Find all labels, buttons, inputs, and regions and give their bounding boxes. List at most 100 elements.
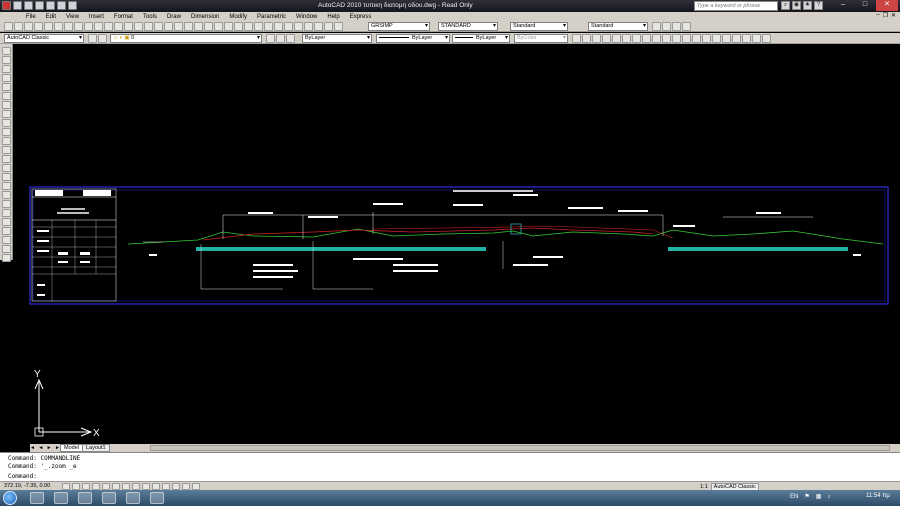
workspace-combo[interactable]: AutoCAD Classic: [4, 34, 84, 43]
menu-help[interactable]: Help: [327, 14, 339, 20]
dimension-tool-icon-13[interactable]: [692, 34, 701, 43]
dimension-tool-icon-3[interactable]: [592, 34, 601, 43]
menu-draw[interactable]: Draw: [167, 14, 181, 20]
open-file-icon[interactable]: [24, 1, 33, 10]
linetype-combo[interactable]: ByLayer: [376, 34, 450, 43]
lineweight-combo[interactable]: ByLayer: [452, 34, 510, 43]
menu-edit[interactable]: Edit: [46, 14, 56, 20]
tab-layout1[interactable]: Layout1: [82, 444, 110, 452]
draw-tool-icon-3[interactable]: [2, 65, 11, 73]
dimension-tool-icon-12[interactable]: [682, 34, 691, 43]
dimension-tool-icon-20[interactable]: [762, 34, 771, 43]
dimension-tool-icon-2[interactable]: [582, 34, 591, 43]
standard-tool-icon-4[interactable]: [34, 22, 43, 31]
standard-tool-icon-13[interactable]: [124, 22, 133, 31]
dimension-tool-icon-19[interactable]: [752, 34, 761, 43]
media-player-taskbar-icon[interactable]: [54, 492, 68, 504]
layer-previous-icon[interactable]: [276, 34, 285, 43]
tab-model[interactable]: Model: [60, 444, 83, 452]
draw-tool-icon-12[interactable]: [2, 146, 11, 154]
command-line[interactable]: Command: COMMANDLINE Command: '_.zoom _e…: [0, 452, 900, 481]
draw-tool-icon-23[interactable]: [2, 245, 11, 253]
dimension-tool-icon-16[interactable]: [722, 34, 731, 43]
folder-taskbar-icon[interactable]: [102, 492, 116, 504]
status-toggle-icon-12[interactable]: [172, 483, 180, 490]
communication-center-icon[interactable]: ◉: [792, 1, 801, 10]
draw-tool-icon-18[interactable]: [2, 200, 11, 208]
dimension-tool-icon-1[interactable]: [572, 34, 581, 43]
dimension-tool-icon-5[interactable]: [612, 34, 621, 43]
status-toggle-icon-4[interactable]: [92, 483, 100, 490]
text-style-combo[interactable]: GRSIMP: [368, 22, 430, 31]
status-toggle-icon-9[interactable]: [142, 483, 150, 490]
standard-tool-icon-25[interactable]: [244, 22, 253, 31]
draw-tool-icon-17[interactable]: [2, 191, 11, 199]
standard-tool-icon-19[interactable]: [184, 22, 193, 31]
multileader-icon[interactable]: [652, 22, 661, 31]
draw-tool-icon-20[interactable]: [2, 218, 11, 226]
close-button[interactable]: ✕: [876, 0, 898, 11]
doc-minimize-button[interactable]: –: [876, 12, 879, 19]
standard-tool-icon-1[interactable]: [4, 22, 13, 31]
tray-volume-icon[interactable]: ♪: [827, 494, 830, 500]
layer-states-icon[interactable]: [286, 34, 295, 43]
binoculars-icon[interactable]: ⌕: [781, 1, 790, 10]
dim-style-combo[interactable]: STANDARD: [438, 22, 498, 31]
start-button-icon[interactable]: [3, 491, 17, 505]
print-icon[interactable]: [46, 1, 55, 10]
doc-restore-button[interactable]: ❐: [883, 12, 888, 19]
status-toggle-icon-14[interactable]: [192, 483, 200, 490]
standard-tool-icon-18[interactable]: [174, 22, 183, 31]
doc-close-button[interactable]: ✕: [891, 12, 896, 19]
standard-tool-icon-6[interactable]: [54, 22, 63, 31]
dimension-tool-icon-6[interactable]: [622, 34, 631, 43]
standard-tool-icon-7[interactable]: [64, 22, 73, 31]
standard-tool-icon-15[interactable]: [144, 22, 153, 31]
status-toggle-icon-3[interactable]: [82, 483, 90, 490]
standard-tool-icon-26[interactable]: [254, 22, 263, 31]
draw-tool-icon-5[interactable]: [2, 83, 11, 91]
plotstyle-combo[interactable]: ByColor: [514, 34, 568, 43]
draw-tool-icon-2[interactable]: [2, 56, 11, 64]
layer-manager-icon[interactable]: [98, 34, 107, 43]
draw-tool-icon-21[interactable]: [2, 227, 11, 235]
menu-insert[interactable]: Insert: [89, 14, 104, 20]
menu-file[interactable]: File: [26, 14, 36, 20]
standard-tool-icon-28[interactable]: [274, 22, 283, 31]
dimension-tool-icon-18[interactable]: [742, 34, 751, 43]
standard-tool-icon-34[interactable]: [334, 22, 343, 31]
standard-tool-icon-16[interactable]: [154, 22, 163, 31]
tray-network-icon[interactable]: ▦: [816, 493, 822, 500]
standard-tool-icon-31[interactable]: [304, 22, 313, 31]
dimension-tool-icon-7[interactable]: [632, 34, 641, 43]
draw-tool-icon-1[interactable]: [2, 47, 11, 55]
status-toggle-icon-7[interactable]: [122, 483, 130, 490]
dimension-tool-icon-8[interactable]: [642, 34, 651, 43]
standard-tool-icon-29[interactable]: [284, 22, 293, 31]
browser-taskbar-icon[interactable]: [78, 492, 92, 504]
status-toggle-icon-11[interactable]: [162, 483, 170, 490]
workspace-settings-icon[interactable]: [88, 34, 97, 43]
drawing-canvas[interactable]: Y X: [13, 44, 900, 444]
status-toggle-icon-8[interactable]: [132, 483, 140, 490]
command-prompt[interactable]: Command:: [8, 473, 37, 480]
mleader-style-combo[interactable]: Standard: [588, 22, 648, 31]
standard-tool-icon-17[interactable]: [164, 22, 173, 31]
standard-tool-icon-14[interactable]: [134, 22, 143, 31]
tray-flag-icon[interactable]: ⚑: [804, 493, 809, 500]
multileader-align-icon[interactable]: [682, 22, 691, 31]
draw-tool-icon-19[interactable]: [2, 209, 11, 217]
standard-tool-icon-5[interactable]: [44, 22, 53, 31]
status-toggle-icon-6[interactable]: [112, 483, 120, 490]
menu-tools[interactable]: Tools: [143, 14, 157, 20]
minimize-button[interactable]: –: [832, 0, 854, 11]
dimension-tool-icon-15[interactable]: [712, 34, 721, 43]
standard-tool-icon-9[interactable]: [84, 22, 93, 31]
standard-tool-icon-11[interactable]: [104, 22, 113, 31]
help-search-input[interactable]: Type a keyword or phrase: [694, 1, 778, 11]
dimension-tool-icon-10[interactable]: [662, 34, 671, 43]
standard-tool-icon-3[interactable]: [24, 22, 33, 31]
dimension-tool-icon-9[interactable]: [652, 34, 661, 43]
standard-tool-icon-2[interactable]: [14, 22, 23, 31]
status-toggle-icon-10[interactable]: [152, 483, 160, 490]
